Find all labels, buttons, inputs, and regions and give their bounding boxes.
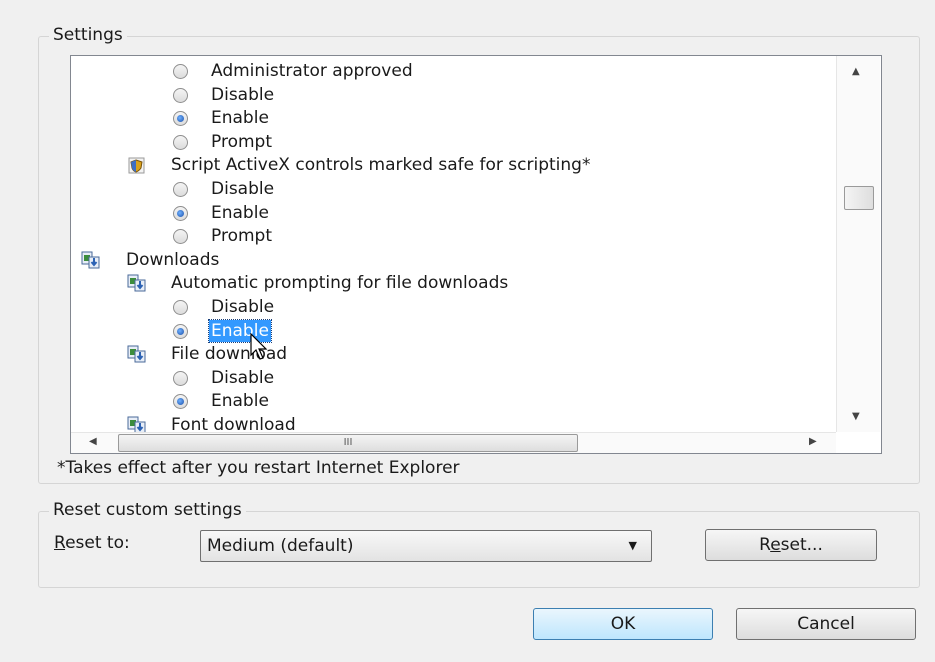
radio-unchecked[interactable] [173,182,188,197]
tree-setting: Automatic prompting for file downloads [71,271,836,295]
radio-unchecked[interactable] [173,229,188,245]
setting-label: Script ActiveX controls marked safe for … [171,155,591,176]
setting-label: Automatic prompting for file downloads [171,273,509,294]
restart-note: *Takes effect after you restart Internet… [57,458,460,478]
radio-option-label[interactable]: Disable [211,177,274,201]
radio-option-label[interactable]: Enable [211,201,269,225]
radio-checked[interactable] [173,111,188,127]
mouse-pointer-icon [250,333,268,360]
scroll-down-arrow-icon[interactable]: ▼ [852,411,860,422]
radio-option[interactable]: Enable [71,318,836,343]
radio-option[interactable]: Prompt [71,224,836,248]
radio-unchecked[interactable] [173,87,188,103]
radio-option[interactable]: Administrator approved [71,59,836,83]
scroll-left-arrow-icon[interactable]: ◀ [89,436,97,447]
cancel-button-label: Cancel [797,614,855,634]
scroll-grip: III [343,437,353,448]
reset-button[interactable]: Reset... [705,529,877,561]
reset-to-label: Reset to: [54,533,130,553]
ok-button-label: OK [610,614,636,634]
reset-level-select[interactable]: Medium (default) ▼ [200,530,652,562]
chevron-down-icon[interactable]: ▼ [629,531,637,561]
radio-option-label[interactable]: Disable [211,295,274,319]
radio-option-label[interactable]: Administrator approved [211,59,413,83]
reset-button-accel: e [770,535,781,555]
tree-category: Downloads [71,248,836,272]
reset-group-title: Reset custom settings [49,499,246,521]
reset-button-text-1: R [759,535,771,555]
tree-setting: Script ActiveX controls marked safe for … [71,153,836,177]
downloads-icon [81,251,100,269]
radio-option[interactable]: Enable [71,389,836,413]
horizontal-scroll-thumb[interactable]: III [118,434,578,452]
settings-tree-list[interactable]: Administrator approved Disable Enable Promp… [70,55,882,454]
shield-script-icon [128,157,145,174]
cancel-button[interactable]: Cancel [736,608,916,640]
radio-option[interactable]: Disable [71,366,836,390]
radio-unchecked[interactable] [173,134,188,150]
settings-group-title: Settings [49,24,127,46]
radio-option[interactable]: Prompt [71,130,836,154]
radio-checked[interactable] [173,394,188,410]
category-label: Downloads [126,249,220,270]
tree-setting: File download [71,342,836,366]
scroll-right-arrow-icon[interactable]: ▶ [809,436,817,447]
radio-checked[interactable] [173,323,188,339]
radio-unchecked[interactable] [173,370,188,386]
reset-level-value: Medium (default) [207,536,354,556]
reset-to-label-accel: R [54,533,66,553]
radio-option-label[interactable]: Disable [211,83,274,107]
download-setting-icon [127,274,146,292]
reset-to-label-text: eset to: [65,533,130,553]
radio-option-label[interactable]: Prompt [211,130,272,154]
radio-unchecked[interactable] [173,300,188,315]
vertical-scroll-thumb[interactable] [844,186,874,210]
scroll-up-arrow-icon[interactable]: ▲ [852,66,860,77]
reset-button-text-2: set... [780,535,823,555]
radio-option-label[interactable]: Disable [211,366,274,390]
radio-option-label[interactable]: Enable [211,389,269,413]
radio-option[interactable]: Enable [71,106,836,130]
radio-option-label[interactable]: Enable [211,106,269,130]
horizontal-scrollbar[interactable]: ◀ III ▶ [71,432,836,453]
radio-option-label[interactable]: Prompt [211,224,272,248]
radio-checked[interactable] [173,205,188,221]
radio-option[interactable]: Enable [71,201,836,225]
radio-option[interactable]: Disable [71,177,836,201]
radio-option[interactable]: Disable [71,295,836,319]
radio-unchecked[interactable] [173,64,188,79]
download-setting-icon [127,345,146,363]
vertical-scrollbar[interactable]: ▲ ▼ [836,56,880,432]
ok-button[interactable]: OK [533,608,713,640]
radio-option[interactable]: Disable [71,83,836,107]
